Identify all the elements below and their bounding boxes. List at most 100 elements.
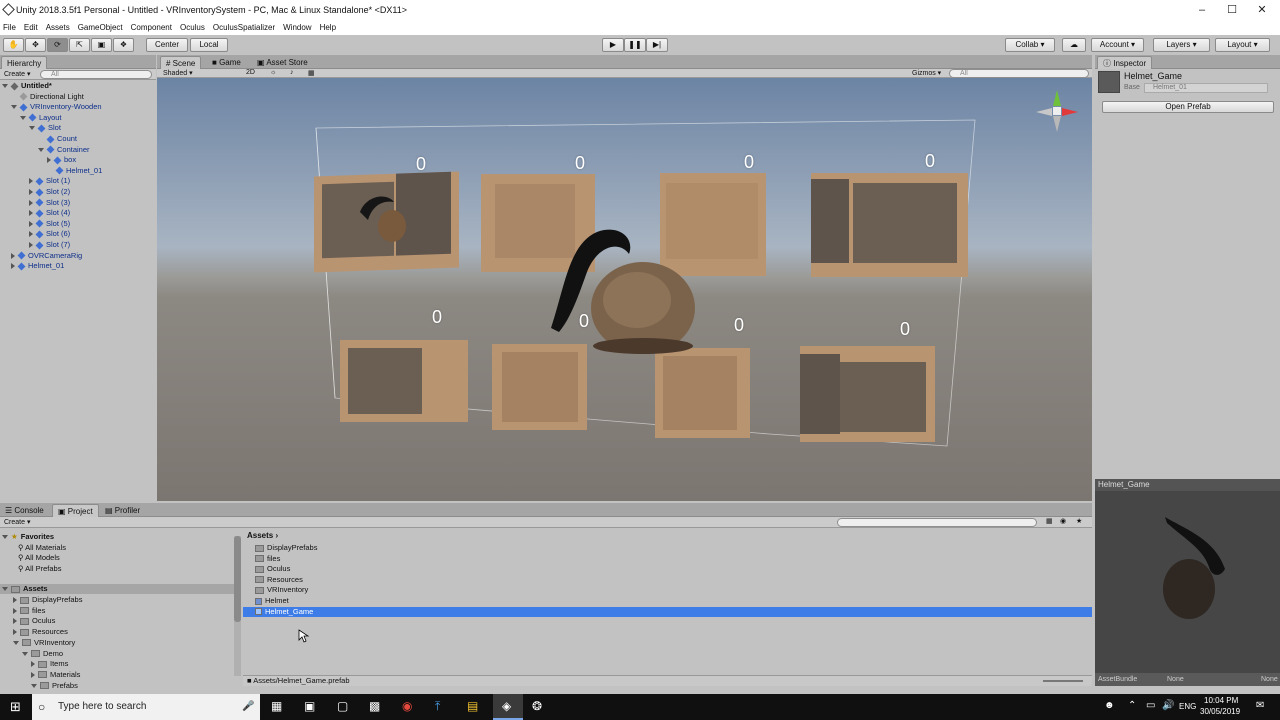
project-folder-item[interactable]: Demo xyxy=(22,649,63,659)
layout-dropdown[interactable]: Layout ▾ xyxy=(1215,38,1270,52)
favorite-item[interactable]: ⚲ All Materials xyxy=(18,543,66,553)
unity-taskbar-button[interactable]: ◈ xyxy=(493,694,523,720)
hierarchy-item[interactable]: OVRCameraRig xyxy=(11,251,82,261)
object-name-field[interactable]: Helmet_Game xyxy=(1124,71,1182,81)
expand-toggle-icon[interactable] xyxy=(29,199,33,206)
expand-toggle-icon[interactable] xyxy=(31,661,35,668)
account-dropdown[interactable]: Account ▾ xyxy=(1091,38,1144,52)
app-icon-2[interactable]: ▢ xyxy=(337,699,348,713)
task-view-icon[interactable]: ▦ xyxy=(271,699,282,713)
windows-start-icon[interactable]: ⊞ xyxy=(10,699,21,715)
hierarchy-item[interactable]: Slot (2) xyxy=(29,187,70,197)
minimize-button[interactable]: – xyxy=(1187,0,1217,20)
unity-hub-icon[interactable]: ❂ xyxy=(532,699,542,713)
expand-toggle-icon[interactable] xyxy=(29,242,33,249)
app-icon-1[interactable]: ▣ xyxy=(304,699,315,713)
project-search-input[interactable] xyxy=(837,518,1037,527)
menu-assets[interactable]: Assets xyxy=(46,23,70,32)
expand-toggle-icon[interactable] xyxy=(29,231,33,238)
pause-button[interactable]: ❚❚ xyxy=(624,38,646,52)
hierarchy-item[interactable]: Slot (6) xyxy=(29,229,70,239)
hierarchy-item[interactable]: Helmet_01 xyxy=(11,261,64,271)
favorite-item[interactable]: ⚲ All Prefabs xyxy=(18,564,61,574)
hierarchy-item[interactable]: VRInventory-Wooden xyxy=(11,102,102,112)
people-icon[interactable]: ☻ xyxy=(1104,700,1115,711)
close-button[interactable]: ✕ xyxy=(1247,0,1277,20)
menu-window[interactable]: Window xyxy=(283,23,311,32)
hierarchy-item[interactable]: Slot (1) xyxy=(29,176,70,186)
expand-toggle-icon[interactable] xyxy=(29,220,33,227)
scene-orientation-gizmo[interactable] xyxy=(1032,86,1082,136)
step-button[interactable]: ▶| xyxy=(646,38,668,52)
project-folder-item[interactable]: Resources xyxy=(13,627,68,637)
tab-inspector[interactable]: ⓘ Inspector xyxy=(1097,56,1153,69)
project-folder-item[interactable]: Oculus xyxy=(13,616,55,626)
project-asset-item[interactable]: Oculus xyxy=(243,564,1092,574)
expand-toggle-icon[interactable] xyxy=(31,683,37,688)
tab-asset-store[interactable]: ▣ Asset Store xyxy=(252,56,313,69)
expand-toggle-icon[interactable] xyxy=(29,126,35,131)
expand-toggle-icon[interactable] xyxy=(13,597,17,604)
slot-box-8[interactable] xyxy=(800,346,935,442)
hierarchy-item[interactable]: Layout xyxy=(20,113,62,123)
expand-toggle-icon[interactable] xyxy=(11,105,17,110)
project-folder-item[interactable]: DisplayPrefabs xyxy=(13,595,82,605)
volume-icon[interactable]: 🔊 xyxy=(1162,700,1174,711)
project-asset-item[interactable]: files xyxy=(243,554,1092,564)
mode-2d-toggle[interactable]: 2D xyxy=(246,69,255,76)
menu-help[interactable]: Help xyxy=(320,23,336,32)
hierarchy-item[interactable]: Slot xyxy=(29,123,61,133)
expand-toggle-icon[interactable] xyxy=(29,189,33,196)
input-language[interactable]: ENG xyxy=(1179,702,1196,711)
expand-toggle-icon[interactable] xyxy=(38,147,44,152)
audio-toggle-icon[interactable]: ♪ xyxy=(290,69,294,76)
shading-dropdown[interactable]: Shaded ▾ xyxy=(163,69,193,77)
tray-chevron-icon[interactable]: ⌃ xyxy=(1128,700,1136,711)
breadcrumb[interactable]: Assets › xyxy=(247,531,278,540)
expand-toggle-icon[interactable] xyxy=(11,263,15,270)
project-folder-item[interactable]: files xyxy=(13,606,45,616)
project-folder-item[interactable]: Materials xyxy=(31,670,80,680)
slot-box-7[interactable] xyxy=(655,348,750,438)
scene-viewport[interactable]: 0 0 0 0 0 0 0 0 xyxy=(157,78,1092,501)
menu-oculusspatializer[interactable]: OculusSpatializer xyxy=(213,23,275,32)
assets-expand-icon[interactable] xyxy=(2,587,8,592)
tab-hierarchy[interactable]: Hierarchy xyxy=(1,56,48,69)
expand-toggle-icon[interactable] xyxy=(31,671,35,678)
hierarchy-item[interactable]: Helmet_01 xyxy=(47,166,102,176)
assets-header[interactable]: Assets xyxy=(0,584,236,594)
base-prefab-field[interactable]: Helmet_01 xyxy=(1144,83,1268,93)
pivot-center-button[interactable]: Center xyxy=(146,38,188,52)
menu-edit[interactable]: Edit xyxy=(24,23,38,32)
microphone-icon[interactable]: 🎤 xyxy=(242,694,254,720)
hierarchy-item[interactable]: box xyxy=(47,155,76,165)
filter-type-icon[interactable]: ▦ xyxy=(1046,517,1053,525)
tab-scene[interactable]: # Scene xyxy=(160,56,202,69)
scene-search-input[interactable]: All xyxy=(949,69,1089,78)
hierarchy-item[interactable]: Container xyxy=(38,145,90,155)
project-folder-item[interactable]: Prefabs xyxy=(31,681,78,691)
gizmos-dropdown[interactable]: Gizmos ▾ xyxy=(912,69,941,77)
tab-project[interactable]: ▣ Project xyxy=(52,504,99,517)
slot-box-5[interactable] xyxy=(340,340,468,422)
menu-gameobject[interactable]: GameObject xyxy=(78,23,123,32)
favorites-header[interactable]: ★ Favorites xyxy=(2,532,54,542)
hierarchy-item[interactable]: Slot (4) xyxy=(29,208,70,218)
expand-toggle-icon[interactable] xyxy=(29,178,33,185)
project-asset-item[interactable]: VRInventory xyxy=(243,585,1092,595)
collab-dropdown[interactable]: Collab ▾ xyxy=(1005,38,1055,52)
file-explorer-icon[interactable]: ▤ xyxy=(467,699,478,713)
network-icon[interactable]: ▭ xyxy=(1146,700,1155,711)
project-create-button[interactable]: Create ▾ xyxy=(4,518,30,526)
project-asset-item[interactable]: Helmet_Game xyxy=(243,606,1092,617)
rotate-tool-icon[interactable]: ⟳ xyxy=(47,38,68,52)
scale-tool-icon[interactable]: ⇱ xyxy=(69,38,90,52)
favorite-star-icon[interactable]: ★ xyxy=(1076,517,1082,525)
move-tool-icon[interactable]: ✥ xyxy=(25,38,46,52)
maximize-button[interactable]: ☐ xyxy=(1217,0,1247,20)
vscode-icon[interactable]: ⤒ xyxy=(435,699,440,714)
expand-toggle-icon[interactable] xyxy=(2,84,8,89)
tab-profiler[interactable]: ▤ Profiler xyxy=(100,504,145,517)
project-asset-item[interactable]: DisplayPrefabs xyxy=(243,543,1092,553)
expand-toggle-icon[interactable] xyxy=(29,210,33,217)
